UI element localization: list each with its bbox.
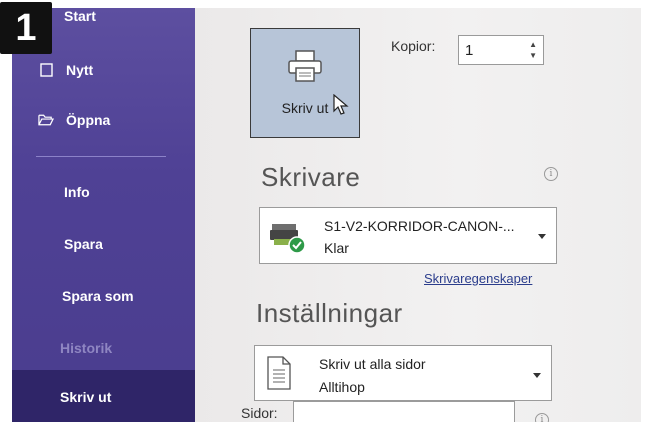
sidebar-item-new[interactable]: Nytt: [12, 52, 195, 88]
copies-spinner[interactable]: ▲ ▼: [529, 39, 537, 61]
new-document-icon: [38, 62, 54, 78]
settings-section-title: Inställningar: [256, 298, 403, 328]
copies-label: Kopior:: [391, 38, 436, 54]
print-button[interactable]: Skriv ut: [250, 28, 360, 138]
printer-section-title: Skrivare: [261, 162, 361, 192]
print-range-dropdown[interactable]: Skriv ut alla sidor Alltihop: [254, 345, 552, 401]
chevron-down-icon: [533, 373, 541, 378]
step-number-badge: 1: [0, 2, 52, 54]
sidebar-item-info[interactable]: Info: [12, 174, 195, 210]
backstage-window: Start Nytt Öppna Info Spara Spara som Hi…: [12, 8, 641, 422]
sidebar-item-label: Skriv ut: [60, 389, 112, 405]
sidebar-divider: [36, 156, 166, 157]
document-pages-icon: [265, 356, 293, 395]
info-icon[interactable]: i: [544, 167, 558, 181]
folder-open-icon: [38, 112, 54, 128]
sidebar-item-label: Spara: [64, 236, 103, 252]
sidebar-item-save[interactable]: Spara: [12, 226, 195, 262]
mouse-cursor-icon: [333, 93, 349, 121]
sidebar-item-open[interactable]: Öppna: [12, 102, 195, 138]
sidebar-item-label: Öppna: [66, 112, 111, 128]
printer-properties-link[interactable]: Skrivaregenskaper: [424, 271, 532, 286]
print-range-title: Skriv ut alla sidor: [319, 356, 426, 372]
backstage-sidebar: Start Nytt Öppna Info Spara Spara som Hi…: [12, 8, 195, 422]
sidebar-item-history: Historik: [12, 330, 195, 366]
printer-name: S1-V2-KORRIDOR-CANON-...: [324, 218, 515, 234]
pages-label: Sidor:: [241, 405, 278, 421]
sidebar-item-print[interactable]: Skriv ut: [12, 370, 195, 422]
chevron-down-icon[interactable]: ▼: [529, 50, 537, 61]
sidebar-item-save-as[interactable]: Spara som: [12, 278, 195, 314]
printer-ready-icon: [268, 220, 306, 259]
chevron-up-icon[interactable]: ▲: [529, 39, 537, 50]
info-icon[interactable]: i: [535, 413, 549, 422]
sidebar-item-label: Historik: [60, 340, 113, 356]
printer-icon: [287, 49, 323, 88]
print-panel: Skriv ut Kopior: ▲ ▼ Skrivare i: [195, 8, 641, 422]
chevron-down-icon: [538, 234, 546, 239]
printer-dropdown[interactable]: S1-V2-KORRIDOR-CANON-... Klar: [259, 207, 557, 264]
sidebar-item-label: Nytt: [66, 62, 94, 78]
pages-input[interactable]: [293, 401, 515, 422]
print-range-subtitle: Alltihop: [319, 379, 365, 395]
sidebar-item-label: Start: [64, 8, 96, 24]
sidebar-item-label: Info: [64, 184, 90, 200]
print-button-label: Skriv ut: [281, 100, 329, 116]
sidebar-item-label: Spara som: [62, 288, 134, 304]
printer-status: Klar: [324, 240, 349, 256]
copies-input[interactable]: [465, 41, 525, 59]
copies-stepper[interactable]: ▲ ▼: [458, 35, 544, 65]
